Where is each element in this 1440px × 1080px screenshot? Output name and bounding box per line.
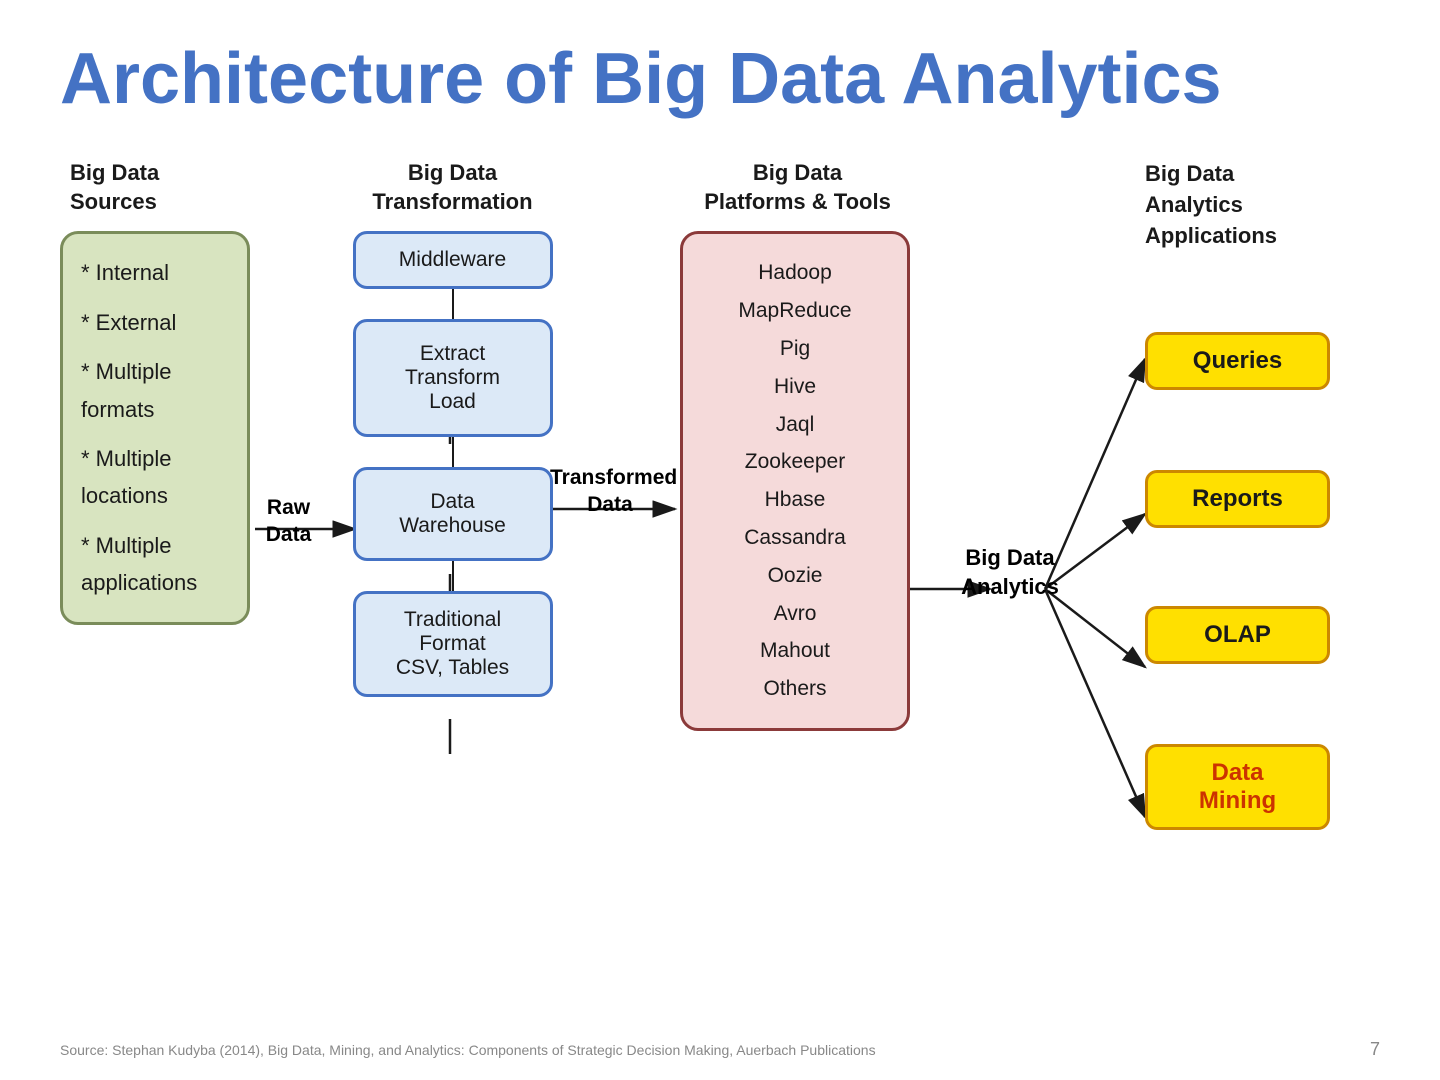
reports-container: Reports: [1145, 470, 1365, 528]
source-formats: * Multipleformats: [81, 353, 229, 428]
sources-box: * Internal * External * Multipleformats …: [60, 231, 250, 624]
page: Architecture of Big Data Analytics: [0, 0, 1440, 1080]
platform-oozie: Oozie: [701, 557, 889, 595]
vline3: [452, 561, 454, 591]
data-mining-box: DataMining: [1145, 744, 1330, 830]
transformation-column: Big DataTransformation Middleware Extrac…: [345, 159, 560, 697]
transformed-data-label: TransformedData: [550, 464, 670, 519]
source-external: * External: [81, 304, 229, 341]
etl-box: ExtractTransformLoad: [353, 319, 553, 437]
platform-avro: Avro: [701, 595, 889, 633]
diagram-area: Big Data Sources * Internal * External *…: [60, 159, 1380, 939]
footer: Source: Stephan Kudyba (2014), Big Data,…: [60, 1039, 1380, 1060]
platform-pig: Pig: [701, 330, 889, 368]
vline1: [452, 289, 454, 319]
platform-mapreduce: MapReduce: [701, 292, 889, 330]
platform-jaql: Jaql: [701, 406, 889, 444]
platform-hadoop: Hadoop: [701, 254, 889, 292]
platforms-column: Big DataPlatforms & Tools Hadoop MapRedu…: [680, 159, 915, 731]
source-internal: * Internal: [81, 254, 229, 291]
applications-header: Big DataAnalyticsApplications: [1145, 159, 1365, 251]
source-apps: * Multipleapplications: [81, 527, 229, 602]
middleware-box: Middleware: [353, 231, 553, 289]
applications-column: Big DataAnalyticsApplications Queries Re…: [1145, 159, 1365, 829]
footer-source: Source: Stephan Kudyba (2014), Big Data,…: [60, 1042, 876, 1058]
reports-box: Reports: [1145, 470, 1330, 528]
raw-data-label: RawData: [256, 494, 321, 549]
queries-box: Queries: [1145, 332, 1330, 390]
platform-mahout: Mahout: [701, 632, 889, 670]
traditional-format-box: TraditionalFormatCSV, Tables: [353, 591, 553, 697]
big-data-analytics-label: Big DataAnalytics: [930, 544, 1090, 601]
source-locations: * Multiplelocations: [81, 440, 229, 515]
platforms-header: Big DataPlatforms & Tools: [680, 159, 915, 216]
olap-container: OLAP: [1145, 606, 1365, 664]
platform-hive: Hive: [701, 368, 889, 406]
platform-cassandra: Cassandra: [701, 519, 889, 557]
queries-container: Queries: [1145, 332, 1365, 390]
platforms-box: Hadoop MapReduce Pig Hive Jaql Zookeeper…: [680, 231, 910, 731]
vline2: [452, 437, 454, 467]
sources-header: Big Data Sources: [60, 159, 255, 216]
sources-column: Big Data Sources * Internal * External *…: [60, 159, 255, 624]
olap-box: OLAP: [1145, 606, 1330, 664]
platform-zookeeper: Zookeeper: [701, 443, 889, 481]
data-warehouse-box: DataWarehouse: [353, 467, 553, 561]
transformation-boxes: Middleware ExtractTransformLoad DataWare…: [345, 231, 560, 697]
page-title: Architecture of Big Data Analytics: [60, 40, 1380, 119]
page-number: 7: [1370, 1039, 1380, 1060]
platform-others: Others: [701, 670, 889, 708]
data-mining-container: DataMining: [1145, 744, 1365, 830]
platform-hbase: Hbase: [701, 481, 889, 519]
transformation-header: Big DataTransformation: [345, 159, 560, 216]
